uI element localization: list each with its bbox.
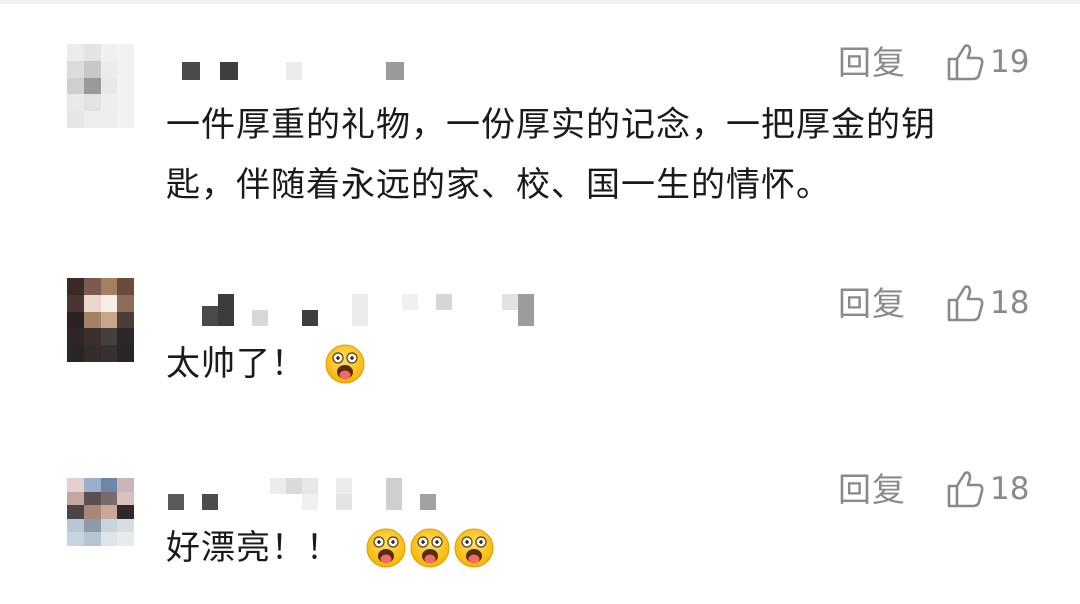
emoji-group (363, 527, 495, 569)
avatar-pixel (100, 345, 118, 362)
tongue-out-emoji-icon (409, 527, 451, 569)
avatar-pixel (83, 478, 101, 492)
avatar-pixel (117, 505, 134, 519)
avatar-pixel (100, 311, 118, 329)
comment-text: 太帅了！ (166, 334, 1026, 394)
avatar-pixel (100, 44, 118, 61)
avatar-pixel (100, 77, 118, 95)
tongue-out-emoji-icon (453, 527, 495, 569)
like-count: 19 (990, 44, 1030, 80)
avatar[interactable] (67, 44, 134, 128)
avatar-pixel (67, 294, 84, 312)
comment-text-line: 好漂亮！！ (166, 518, 1026, 578)
avatar-pixel (100, 294, 118, 312)
comment-text-line: 匙，伴随着永远的家、校、国一生的情怀。 (166, 165, 831, 205)
avatar-pixel (83, 111, 101, 128)
avatar-pixel (83, 505, 101, 519)
avatar-pixel (83, 328, 101, 346)
tongue-out-emoji-icon (324, 343, 366, 385)
avatar-pixel (83, 94, 101, 112)
avatar-pixel (117, 491, 134, 506)
comment-text: 一件厚重的礼物，一份厚实的记念，一把厚金的钥 匙，伴随着永远的家、校、国一生的情… (166, 95, 1026, 215)
like-count: 18 (990, 471, 1030, 507)
avatar[interactable] (67, 278, 134, 362)
reply-button[interactable]: 回复 (838, 470, 906, 510)
avatar-pixel (100, 518, 118, 533)
avatar-pixel (100, 478, 118, 492)
avatar-pixel (100, 60, 118, 78)
avatar-pixel (117, 60, 134, 78)
avatar-pixel (67, 532, 84, 546)
avatar-pixel (100, 111, 118, 128)
avatar-pixel (100, 278, 118, 295)
avatar-pixel (100, 505, 118, 519)
avatar-pixel (83, 294, 101, 312)
comment-text-line: 一件厚重的礼物，一份厚实的记念，一把厚金的钥 (166, 105, 936, 145)
tongue-out-emoji-icon (365, 527, 407, 569)
avatar-pixel (67, 505, 84, 519)
avatar-pixel (83, 311, 101, 329)
avatar-pixel (67, 60, 84, 78)
avatar-pixel (117, 278, 134, 295)
avatar-pixel (67, 94, 84, 112)
avatar-pixel (67, 491, 84, 506)
avatar-pixel (83, 60, 101, 78)
like-button[interactable]: 18 (944, 467, 1029, 511)
emoji-group (322, 343, 366, 385)
avatar-pixel (83, 77, 101, 95)
comment-text-body: 太帅了！ (166, 344, 306, 384)
avatar-pixel (100, 328, 118, 346)
comment-text: 好漂亮！！ (166, 518, 1026, 578)
like-button[interactable]: 18 (944, 281, 1029, 325)
thumbs-up-icon (944, 41, 986, 83)
like-button[interactable]: 19 (944, 40, 1029, 84)
like-count: 18 (990, 285, 1030, 321)
thumbs-up-icon (944, 282, 986, 324)
avatar-pixel (83, 518, 101, 533)
avatar-pixel (83, 44, 101, 61)
avatar-pixel (117, 311, 134, 329)
avatar-pixel (117, 94, 134, 112)
avatar-pixel (67, 345, 84, 362)
username-blurred[interactable] (168, 478, 460, 510)
avatar-pixel (117, 478, 134, 492)
avatar-pixel (100, 491, 118, 506)
avatar-pixel (117, 294, 134, 312)
avatar-pixel (117, 77, 134, 95)
username-blurred[interactable] (180, 292, 540, 326)
avatar-pixel (117, 532, 134, 546)
avatar-pixel (67, 44, 84, 61)
reply-button[interactable]: 回复 (838, 43, 906, 83)
username-blurred[interactable] (180, 56, 410, 86)
avatar-pixel (117, 328, 134, 346)
avatar-pixel (117, 518, 134, 533)
avatar[interactable] (67, 478, 134, 546)
avatar-pixel (67, 328, 84, 346)
avatar-pixel (100, 532, 118, 546)
avatar-pixel (67, 278, 84, 295)
avatar-pixel (67, 518, 84, 533)
avatar-pixel (67, 311, 84, 329)
avatar-pixel (100, 94, 118, 112)
avatar-pixel (117, 111, 134, 128)
avatar-pixel (83, 278, 101, 295)
comment-text-line: 太帅了！ (166, 334, 1026, 394)
avatar-pixel (83, 491, 101, 506)
thumbs-up-icon (944, 468, 986, 510)
top-divider (0, 0, 1080, 4)
comment-text-body: 好漂亮！！ (166, 528, 341, 568)
avatar-pixel (67, 111, 84, 128)
avatar-pixel (117, 44, 134, 61)
avatar-pixel (83, 345, 101, 362)
avatar-pixel (83, 532, 101, 546)
avatar-pixel (117, 345, 134, 362)
avatar-pixel (67, 478, 84, 492)
avatar-pixel (67, 77, 84, 95)
reply-button[interactable]: 回复 (838, 284, 906, 324)
